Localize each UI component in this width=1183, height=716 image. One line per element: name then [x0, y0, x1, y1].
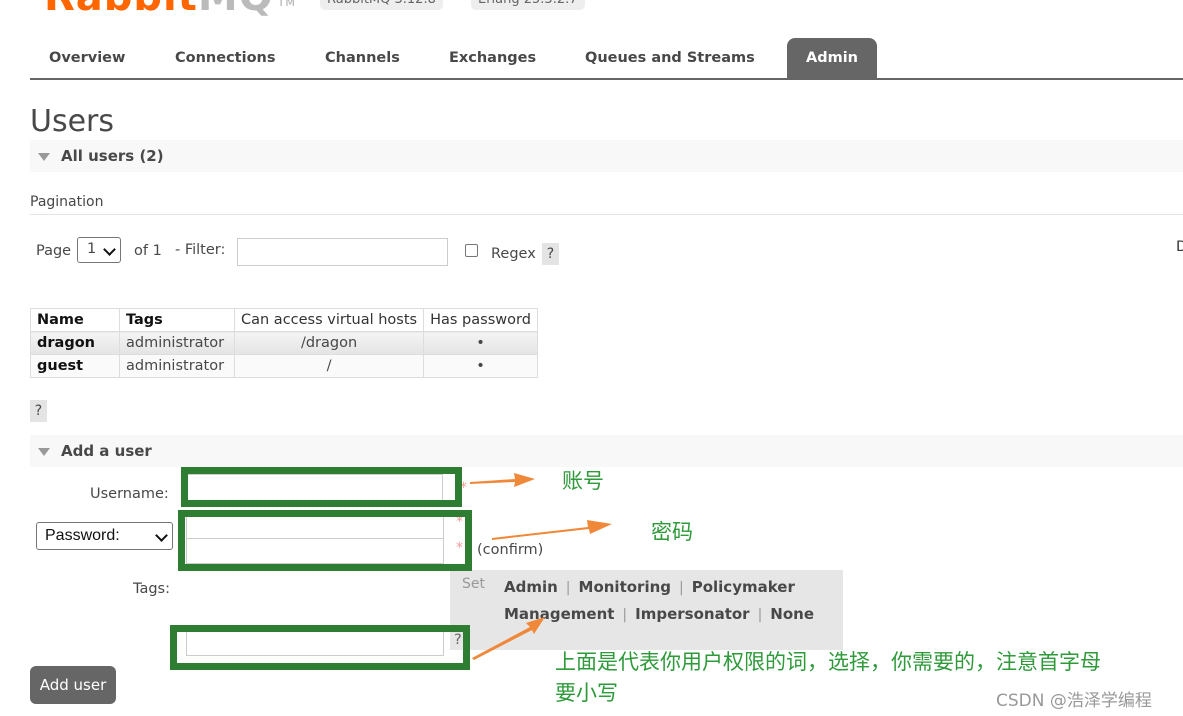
page-title: Users	[30, 104, 115, 139]
chevron-down-icon	[155, 529, 168, 542]
tab-overview[interactable]: Overview	[49, 38, 125, 78]
password-type-value: Password:	[45, 527, 120, 544]
tab-connections[interactable]: Connections	[175, 38, 276, 78]
annotation-tags-note-line1: 上面是代表你用户权限的词，选择，你需要的，注意首字母	[555, 650, 1101, 674]
annotation-username-note: 账号	[562, 469, 604, 493]
pagination-divider	[30, 214, 1183, 215]
csdn-watermark: CSDN @浩泽学编程	[996, 691, 1152, 711]
user-vhosts: /dragon	[233, 331, 425, 355]
arrow-icon	[472, 617, 545, 660]
regex-label: Regex	[491, 246, 536, 262]
collapse-triangle-icon	[38, 448, 50, 456]
filter-label: - Filter:	[175, 242, 226, 258]
add-user-button[interactable]: Add user	[30, 666, 116, 704]
arrow-icon	[492, 520, 612, 540]
tag-option-policymaker[interactable]: Policymaker	[692, 578, 795, 596]
all-users-section-header[interactable]: All users (2)	[30, 140, 1183, 172]
separator: |	[679, 580, 684, 596]
chevron-down-icon	[103, 243, 116, 256]
annotation-box-username	[181, 467, 462, 507]
tab-admin[interactable]: Admin	[787, 38, 878, 78]
user-has-password: •	[423, 354, 538, 378]
rabbitmq-logo: RabbitMQTM	[44, 0, 296, 20]
username-label: Username:	[90, 486, 169, 502]
tab-exchanges[interactable]: Exchanges	[449, 38, 536, 78]
pagination-label: Pagination	[30, 194, 104, 210]
regex-help-button[interactable]: ?	[542, 243, 559, 265]
table-help-button[interactable]: ?	[30, 400, 47, 422]
all-users-label: All users (2)	[61, 147, 164, 165]
user-name-link[interactable]: dragon	[30, 331, 120, 355]
annotation-password-note: 密码	[651, 520, 693, 544]
column-header-name[interactable]: Name	[30, 308, 120, 332]
logo-tm: TM	[277, 0, 296, 9]
user-vhosts: /	[233, 354, 425, 378]
column-header-has-password[interactable]: Has password	[423, 308, 538, 332]
separator: |	[757, 607, 763, 623]
arrow-icon	[470, 473, 535, 487]
version-badge: RabbitMQ 3.12.8	[320, 0, 443, 10]
collapse-triangle-icon	[38, 153, 50, 161]
page-select-value: 1	[87, 241, 97, 257]
tag-option-none[interactable]: None	[770, 605, 814, 623]
column-header-vhosts[interactable]: Can access virtual hosts	[233, 308, 425, 332]
tab-channels[interactable]: Channels	[325, 38, 400, 78]
table-row[interactable]: guest administrator / •	[30, 354, 538, 378]
filter-input[interactable]	[237, 238, 448, 266]
add-user-label: Add a user	[61, 442, 152, 460]
column-header-tags[interactable]: Tags	[119, 308, 235, 332]
annotation-arrows	[470, 473, 612, 660]
user-has-password: •	[423, 331, 538, 355]
user-tags: administrator	[119, 354, 235, 378]
erlang-badge: Erlang 25.3.2.7	[471, 0, 585, 10]
logo-mq-text: MQ	[198, 0, 274, 20]
annotation-tags-note-line2: 要小写	[555, 681, 618, 705]
main-tabs: Overview Connections Channels Exchanges …	[30, 38, 1183, 80]
right-edge-text: D	[1176, 239, 1183, 255]
table-header-row: Name Tags Can access virtual hosts Has p…	[30, 308, 538, 332]
tags-label: Tags:	[133, 581, 170, 597]
page-select[interactable]: 1	[77, 237, 121, 263]
regex-checkbox[interactable]	[465, 244, 478, 257]
logo-rabbit-text: Rabbit	[44, 0, 198, 20]
user-tags: administrator	[119, 331, 235, 355]
users-table: Name Tags Can access virtual hosts Has p…	[30, 308, 538, 378]
user-name-link[interactable]: guest	[30, 354, 120, 378]
table-row[interactable]: dragon administrator /dragon •	[30, 331, 538, 355]
annotation-box-password	[178, 510, 472, 571]
annotation-box-tags	[170, 625, 470, 670]
page-count: of 1	[134, 243, 162, 259]
password-type-select[interactable]: Password:	[36, 522, 173, 550]
tab-queues-and-streams[interactable]: Queues and Streams	[585, 38, 755, 78]
page-label: Page	[36, 243, 72, 259]
